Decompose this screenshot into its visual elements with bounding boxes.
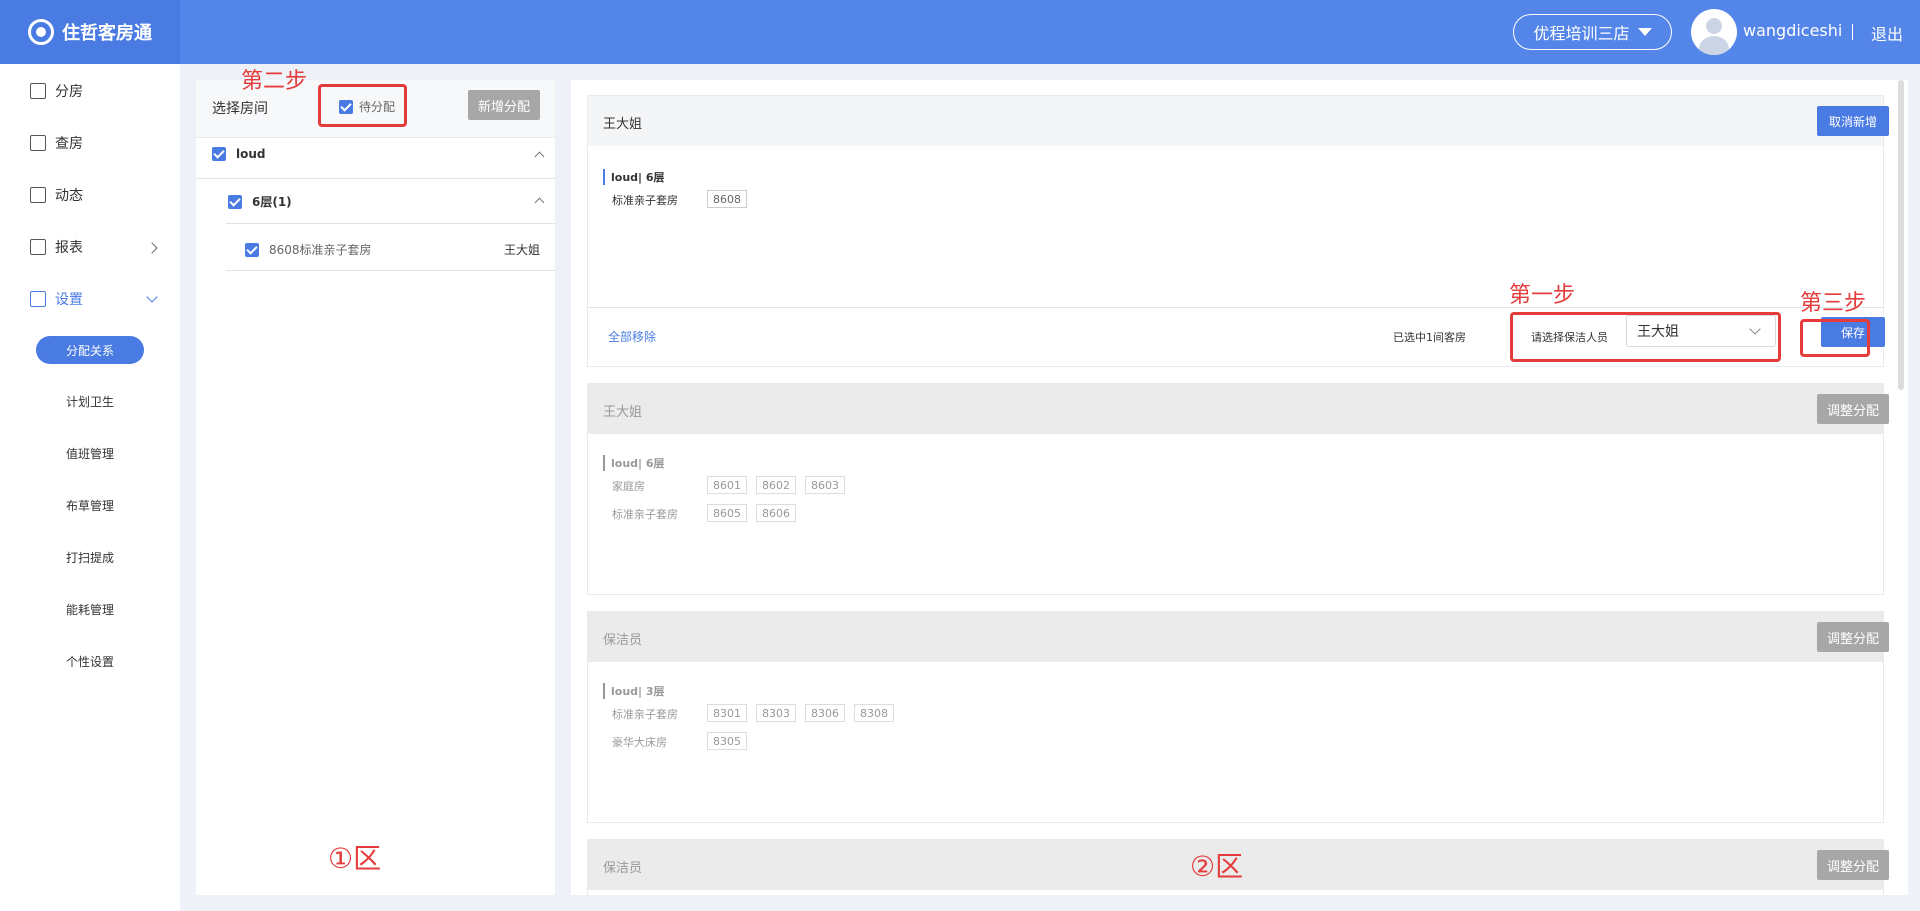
sidebar-item-label: 动态 (55, 188, 83, 204)
edit-icon (30, 135, 46, 151)
sidebar-item-label: 设置 (55, 292, 83, 308)
step2-annotation: 第二步 (241, 69, 308, 94)
sub-item-zhiban[interactable]: 值班管理 (66, 445, 114, 462)
card-header: 王大姐 取消新增 (588, 96, 1889, 146)
card-header: 王大姐 调整分配 (588, 384, 1889, 434)
sub-item-nenghao[interactable]: 能耗管理 (66, 601, 114, 618)
room-tag: 8306 (805, 704, 845, 722)
checkbox-checked-icon (212, 147, 226, 161)
tree-building-label: loud (236, 147, 266, 161)
room-tag: 8308 (854, 704, 894, 722)
store-name: 优程培训三店 (1533, 24, 1630, 43)
sidebar-item-label: 分房 (55, 84, 83, 100)
sidebar-item-fenfang[interactable]: 分房 (30, 79, 83, 103)
room-tag: 8301 (707, 704, 747, 722)
tree-floor-row[interactable]: 6层(1) (228, 193, 292, 210)
home-icon (30, 83, 46, 99)
sidebar: 分房 查房 动态 报表 设置 分配关系 计划卫生 值班管理 布草管理 打扫提成 … (0, 64, 180, 911)
activity-icon (30, 187, 46, 203)
divider (196, 178, 555, 179)
step1-highlight (1510, 312, 1781, 362)
room-type-label: 家庭房 (612, 480, 645, 493)
sub-item-bucao[interactable]: 布草管理 (66, 497, 114, 514)
top-bar: 住哲客房通 优程培训三店 wangdiceshi 退出 (0, 0, 1920, 64)
room-type-label: 豪华大床房 (612, 736, 667, 749)
chevron-down-icon (146, 291, 158, 303)
room-tag: 8603 (805, 476, 845, 494)
sidebar-item-chafang[interactable]: 查房 (30, 131, 83, 155)
sub-item-jihua[interactable]: 计划卫生 (66, 393, 114, 410)
selected-count: 已选中1间客房 (1393, 331, 1466, 344)
chevron-up-icon[interactable] (534, 151, 545, 162)
assignment-card: 保洁员 调整分配 loud| 3层 标准亲子套房 8301 8303 8306 … (587, 611, 1889, 823)
chevron-right-icon (146, 242, 158, 254)
chart-icon (30, 239, 46, 255)
card-title: 保洁员 (603, 861, 643, 876)
app-name: 住哲客房通 (62, 23, 152, 44)
tree-room-row[interactable]: 8608标准亲子套房 (245, 241, 372, 258)
sidebar-item-dongtai[interactable]: 动态 (30, 183, 83, 207)
divider (226, 223, 555, 224)
room-tag: 8602 (756, 476, 796, 494)
store-selector[interactable]: 优程培训三店 (1513, 14, 1672, 50)
tree-room-assignee: 王大姐 (504, 243, 541, 257)
sidebar-item-label: 报表 (55, 240, 83, 256)
card-title: 王大姐 (603, 405, 643, 420)
panel-title: 选择房间 (212, 101, 268, 117)
logout-link[interactable]: 退出 (1871, 21, 1903, 45)
add-assignment-button[interactable]: 新增分配 (468, 90, 540, 120)
card-title: 保洁员 (603, 633, 643, 648)
tree-floor-label: 6层(1) (252, 195, 292, 209)
step2-highlight (318, 84, 407, 127)
room-tag: 8605 (707, 504, 747, 522)
checkbox-checked-icon (245, 242, 259, 257)
tree-building-row[interactable]: loud (212, 147, 266, 161)
caret-down-icon (1637, 28, 1652, 36)
logo-icon (28, 19, 54, 45)
sidebar-item-shezhi[interactable]: 设置 (30, 287, 83, 311)
room-tag: 8303 (756, 704, 796, 722)
chevron-up-icon[interactable] (534, 197, 545, 208)
checkbox-checked-icon (228, 194, 242, 209)
divider (588, 307, 1883, 308)
username: wangdiceshi (1743, 21, 1843, 40)
floor-label: loud| 6层 (603, 455, 665, 471)
step3-annotation: 第三步 (1800, 291, 1867, 316)
adjust-assignment-button[interactable]: 调整分配 (1817, 394, 1889, 424)
sub-item-gexing[interactable]: 个性设置 (66, 653, 114, 670)
room-tag: 8305 (707, 732, 747, 750)
sidebar-item-label: 查房 (55, 136, 83, 152)
adjust-assignment-button[interactable]: 调整分配 (1817, 850, 1889, 880)
assignment-panel: 王大姐 取消新增 loud| 6层 标准亲子套房 8608 全部移除 已选中1间… (571, 80, 1908, 895)
room-tag: 8608 (707, 190, 747, 208)
room-type-label: 标准亲子套房 (612, 708, 678, 721)
floor-label: loud| 6层 (603, 169, 665, 185)
avatar[interactable] (1691, 9, 1737, 55)
sidebar-item-baobiao[interactable]: 报表 (30, 235, 83, 259)
scrollbar[interactable] (1898, 80, 1904, 390)
room-type-label: 标准亲子套房 (612, 508, 678, 521)
layers-icon (30, 291, 46, 307)
step3-highlight (1800, 319, 1870, 357)
room-tag: 8601 (707, 476, 747, 494)
room-select-panel: 选择房间 待分配 新增分配 loud 6层(1) 8608标准亲子套房 王大姐 (196, 80, 555, 895)
tree-room-label: 8608标准亲子套房 (269, 243, 372, 257)
step1-annotation: 第一步 (1509, 283, 1576, 308)
sub-item-dasao[interactable]: 打扫提成 (66, 549, 114, 566)
card-header: 保洁员 调整分配 (588, 612, 1889, 662)
header-divider (1852, 24, 1853, 40)
floor-label: loud| 3层 (603, 683, 665, 699)
card-title: 王大姐 (603, 117, 643, 132)
assignment-card: 王大姐 调整分配 loud| 6层 家庭房 8601 8602 8603 标准亲… (587, 383, 1889, 595)
divider (226, 270, 555, 271)
zone1-annotation: ①区 (328, 842, 382, 875)
app-logo[interactable]: 住哲客房通 (0, 0, 180, 64)
cancel-add-button[interactable]: 取消新增 (1817, 106, 1889, 136)
room-tag: 8606 (756, 504, 796, 522)
remove-all-link[interactable]: 全部移除 (608, 328, 656, 345)
sub-item-fenpei[interactable]: 分配关系 (36, 336, 144, 364)
adjust-assignment-button[interactable]: 调整分配 (1817, 622, 1889, 652)
room-type-label: 标准亲子套房 (612, 194, 678, 207)
zone2-annotation: ②区 (1190, 850, 1244, 883)
